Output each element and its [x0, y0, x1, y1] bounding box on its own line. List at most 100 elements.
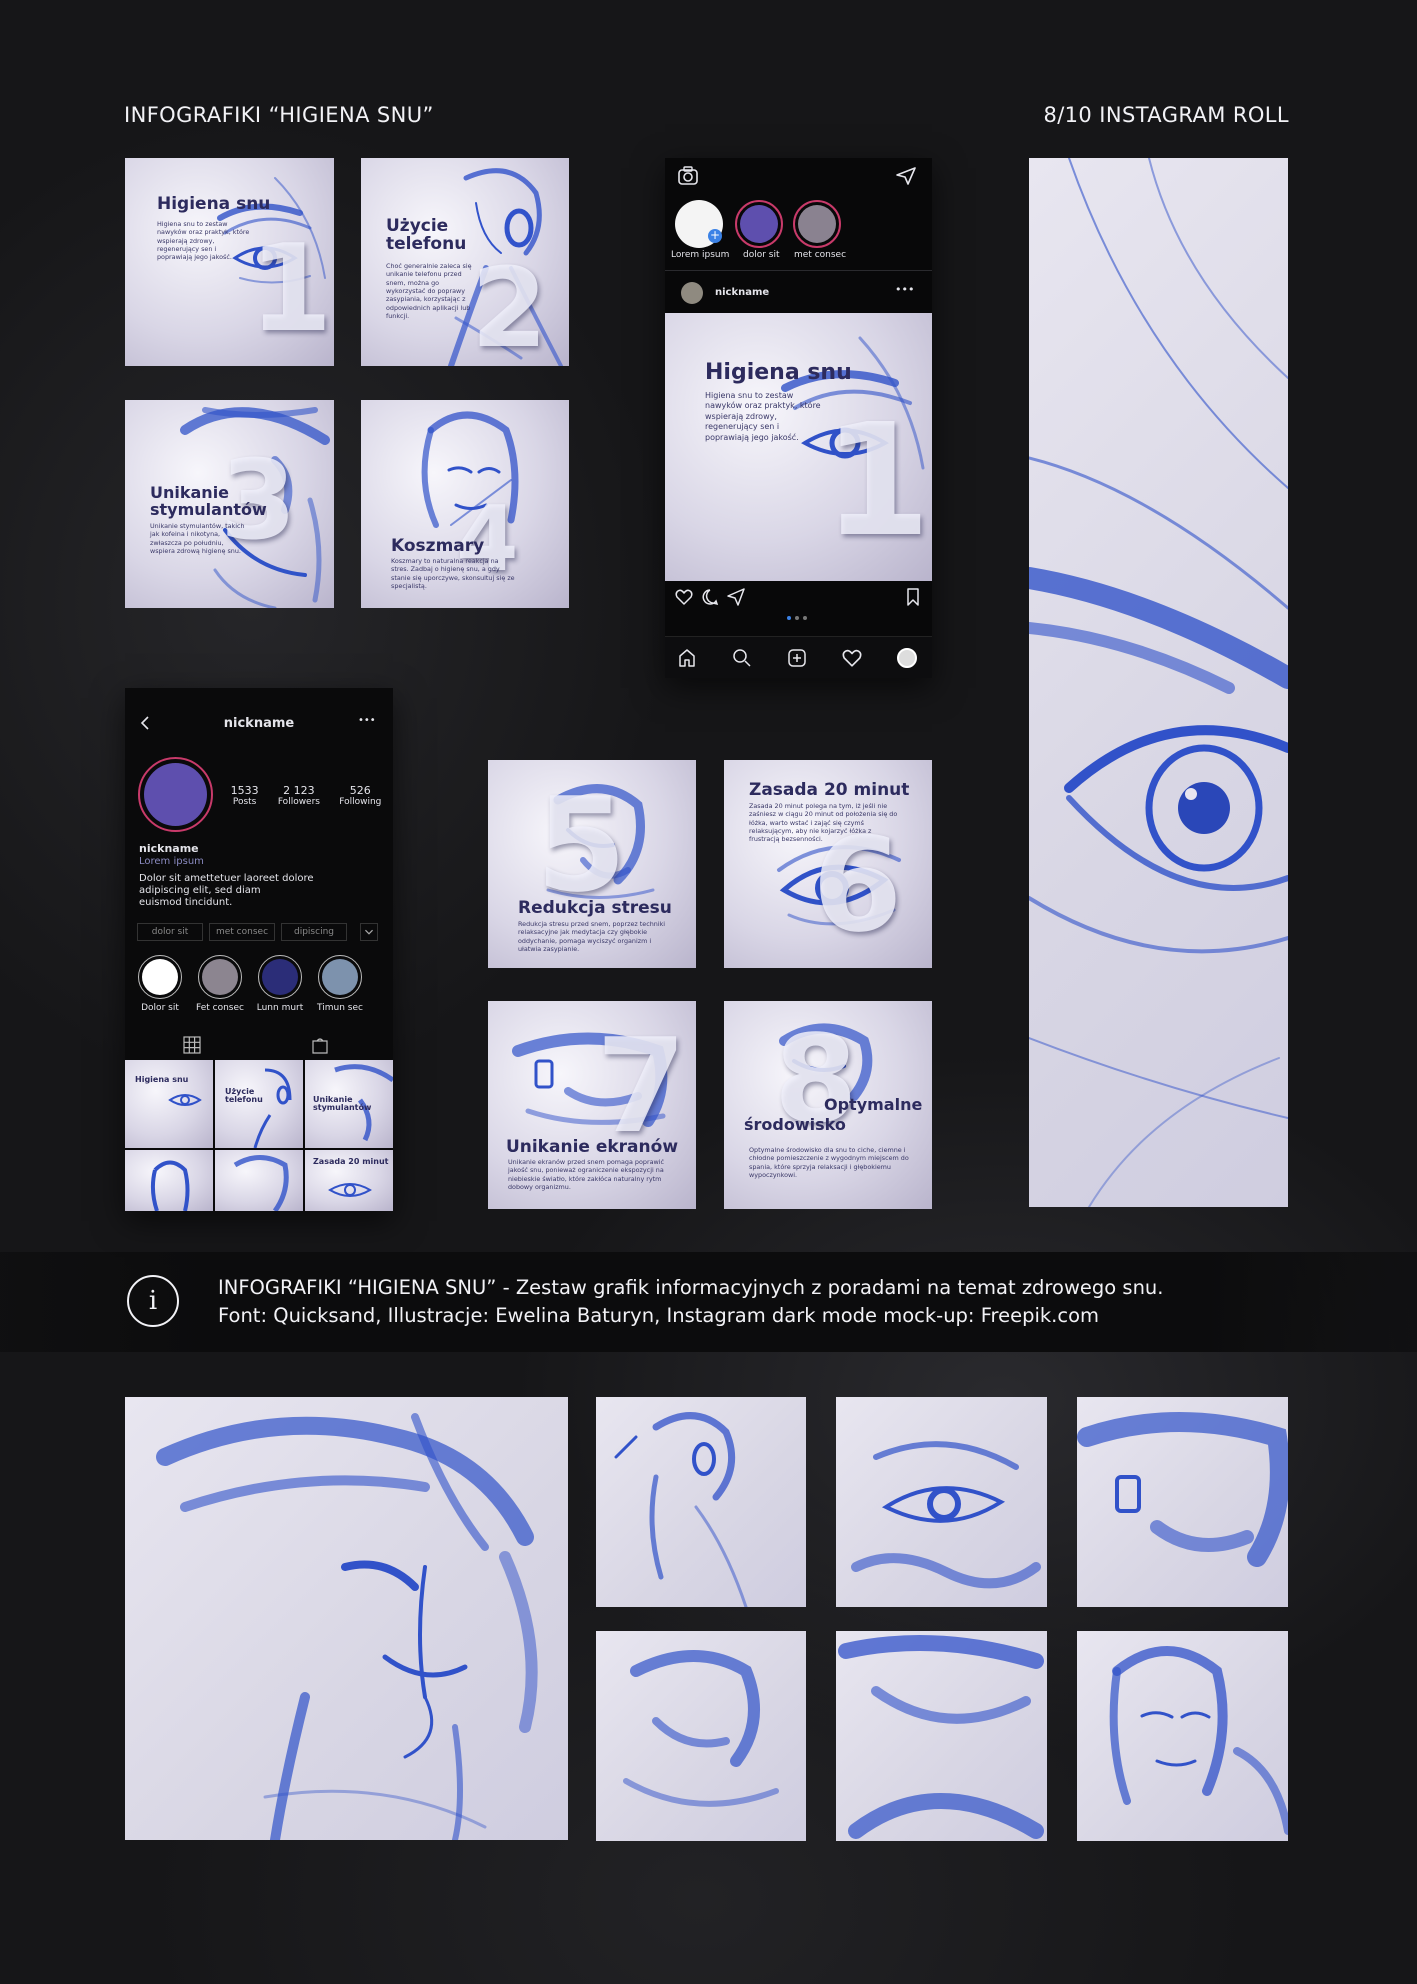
stat-value: 2 123	[283, 784, 315, 797]
post-username[interactable]: nickname	[715, 287, 769, 298]
info-bar: i INFOGRAFIKI “HIGIENA SNU” - Zestaw gra…	[0, 1252, 1417, 1352]
carousel-dot	[795, 616, 799, 620]
profile-subtitle: Lorem ipsum	[139, 856, 204, 867]
avatar[interactable]	[681, 282, 703, 304]
headphones-portrait-sketch	[614, 1412, 748, 1607]
stat-value: 1533	[230, 784, 259, 797]
info-icon: i	[127, 1275, 179, 1327]
sketch-thumb	[836, 1631, 1047, 1841]
infographic-tile-6[interactable]: 6 Zasada 20 minut Zasada 20 minut polega…	[724, 760, 932, 968]
tile-number: 2	[471, 244, 548, 366]
chevron-down-icon[interactable]	[360, 923, 378, 941]
grid-post[interactable]: Zasada 20 minut	[305, 1150, 393, 1211]
infographic-tile-4[interactable]: 4 Koszmary Koszmary to naturalna reakcja…	[361, 400, 569, 608]
post-number: 1	[823, 390, 931, 571]
profile-button[interactable]: met consec	[209, 923, 275, 941]
infographic-tile-1[interactable]: 1 Higiena snu Higiena snu to zestaw nawy…	[125, 158, 334, 366]
tile-text: Unikanie ekranów przed snem pomaga popra…	[508, 1158, 665, 1191]
tile-title: Użycie telefonu	[386, 216, 467, 254]
info-line-1: INFOGRAFIKI “HIGIENA SNU” - Zestaw grafi…	[218, 1276, 1164, 1299]
sketch-thumb	[596, 1631, 806, 1841]
home-icon[interactable]	[677, 648, 697, 668]
board-subtitle: 8/10 INSTAGRAM ROLL	[1043, 103, 1289, 127]
portrait-sketch	[156, 1413, 538, 1840]
infographic-tile-7[interactable]: 7 Unikanie ekranów Unikanie ekranów prze…	[488, 1001, 696, 1209]
board-title: INFOGRAFIKI “HIGIENA SNU”	[124, 103, 434, 127]
hooded-face-sketch	[1109, 1646, 1288, 1835]
highlight-cover	[322, 959, 358, 995]
grid-post[interactable]: Higiena snu	[125, 1060, 213, 1148]
share-icon[interactable]	[727, 588, 745, 606]
infographic-tile-3[interactable]: 3 Unikanie stymulantów Unikanie stymulan…	[125, 400, 334, 608]
comment-icon[interactable]	[701, 588, 719, 606]
stat-following[interactable]: 526 Following	[339, 784, 381, 807]
add-icon[interactable]	[787, 648, 807, 668]
tile-title: Unikanie stymulantów	[150, 483, 267, 519]
bio-line: Dolor sit amettetuer laoreet dolore	[139, 873, 314, 884]
infographic-tile-5[interactable]: 5 Redukcja stresu Redukcja stresu przed …	[488, 760, 696, 968]
tile-text: Unikanie stymulantów, takich jak kofeina…	[150, 522, 245, 555]
highlight-label: Lunn murt	[256, 1003, 304, 1013]
profile-button[interactable]: dipiscing	[281, 923, 347, 941]
grid-post[interactable]	[125, 1150, 213, 1211]
profile-icon[interactable]	[897, 648, 917, 668]
tile-text: Choć generalnie zaleca się unikanie tele…	[386, 262, 472, 320]
stat-posts[interactable]: 1533 Posts	[231, 784, 259, 807]
story-avatar	[798, 205, 836, 243]
tile-text: Optymalne środowisko dla snu to ciche, c…	[749, 1146, 909, 1179]
add-story-badge[interactable]: +	[708, 229, 722, 243]
story-avatar	[740, 205, 778, 243]
more-options-icon[interactable]: •••	[358, 715, 376, 726]
bookmark-icon[interactable]	[905, 588, 921, 606]
profile-name: nickname	[139, 842, 199, 855]
profile-avatar-ring[interactable]	[138, 757, 213, 832]
heart-icon[interactable]	[675, 588, 693, 606]
story-ring[interactable]	[793, 200, 841, 248]
highlight-ring[interactable]	[198, 955, 242, 999]
grid-post-title: Zasada 20 minut	[313, 1157, 389, 1166]
highlight-ring[interactable]	[258, 955, 302, 999]
grid-post[interactable]: Użycie telefonu	[215, 1060, 303, 1148]
more-options-icon[interactable]: •••	[895, 283, 914, 296]
tile-number: 1	[249, 220, 333, 359]
story-ring[interactable]	[735, 200, 783, 248]
stat-label: Followers	[277, 797, 320, 807]
infographic-tile-8[interactable]: 8 Optymalne środowisko Optymalne środowi…	[724, 1001, 932, 1209]
stat-followers[interactable]: 2 123 Followers	[278, 784, 320, 807]
phone-profile-mockup: nickname ••• 1533 Posts 2 123 Followers …	[125, 688, 393, 1211]
tile-text: Koszmary to naturalna reakcja na stres. …	[391, 557, 515, 590]
grid-post[interactable]	[215, 1150, 303, 1211]
highlight-label: Fet consec	[196, 1003, 244, 1013]
infographic-tile-2[interactable]: 2 Użycie telefonu Choć generalnie zaleca…	[361, 158, 569, 366]
post-image[interactable]: 1 Higiena snu Higiena snu to zestaw nawy…	[665, 313, 932, 581]
tagged-icon[interactable]	[311, 1036, 329, 1054]
camera-icon[interactable]	[677, 166, 699, 186]
profile-button[interactable]: dolor sit	[137, 923, 203, 941]
sketch-thumb	[596, 1397, 806, 1607]
profile-username: nickname	[223, 716, 295, 731]
tile-text: Redukcja stresu przed snem, poprzez tech…	[518, 920, 666, 953]
search-icon[interactable]	[732, 648, 752, 668]
tile-title: Koszmary	[391, 536, 485, 556]
highlight-ring[interactable]	[138, 955, 182, 999]
tile-title: Higiena snu	[157, 194, 271, 214]
tile-text: Higiena snu to zestaw nawyków oraz prakt…	[157, 220, 250, 262]
info-text: INFOGRAFIKI “HIGIENA SNU” - Zestaw grafi…	[218, 1274, 1163, 1330]
tile-title: Unikanie ekranów	[505, 1137, 679, 1157]
highlight-cover	[262, 959, 298, 995]
grid-icon[interactable]	[183, 1036, 201, 1054]
hooded-face-sketch	[150, 1160, 190, 1211]
story-label: met consec	[794, 250, 847, 260]
highlight-cover	[202, 959, 238, 995]
send-icon[interactable]	[895, 166, 917, 186]
activity-icon[interactable]	[842, 648, 862, 668]
highlight-ring[interactable]	[318, 955, 362, 999]
tile-title-line1: Optymalne	[824, 1095, 923, 1114]
grid-post-title: Higiena snu	[135, 1075, 189, 1084]
bottom-nav	[665, 636, 932, 678]
highlight-label: Timun sec	[317, 1003, 363, 1013]
tile-title-line2: środowisko	[744, 1115, 846, 1134]
grid-post[interactable]: Unikanie stymulantów	[305, 1060, 393, 1148]
phone-feed-mockup: + Lorem ipsum dolor sit met consec nickn…	[665, 158, 932, 678]
screen-sketch	[1077, 1412, 1288, 1567]
